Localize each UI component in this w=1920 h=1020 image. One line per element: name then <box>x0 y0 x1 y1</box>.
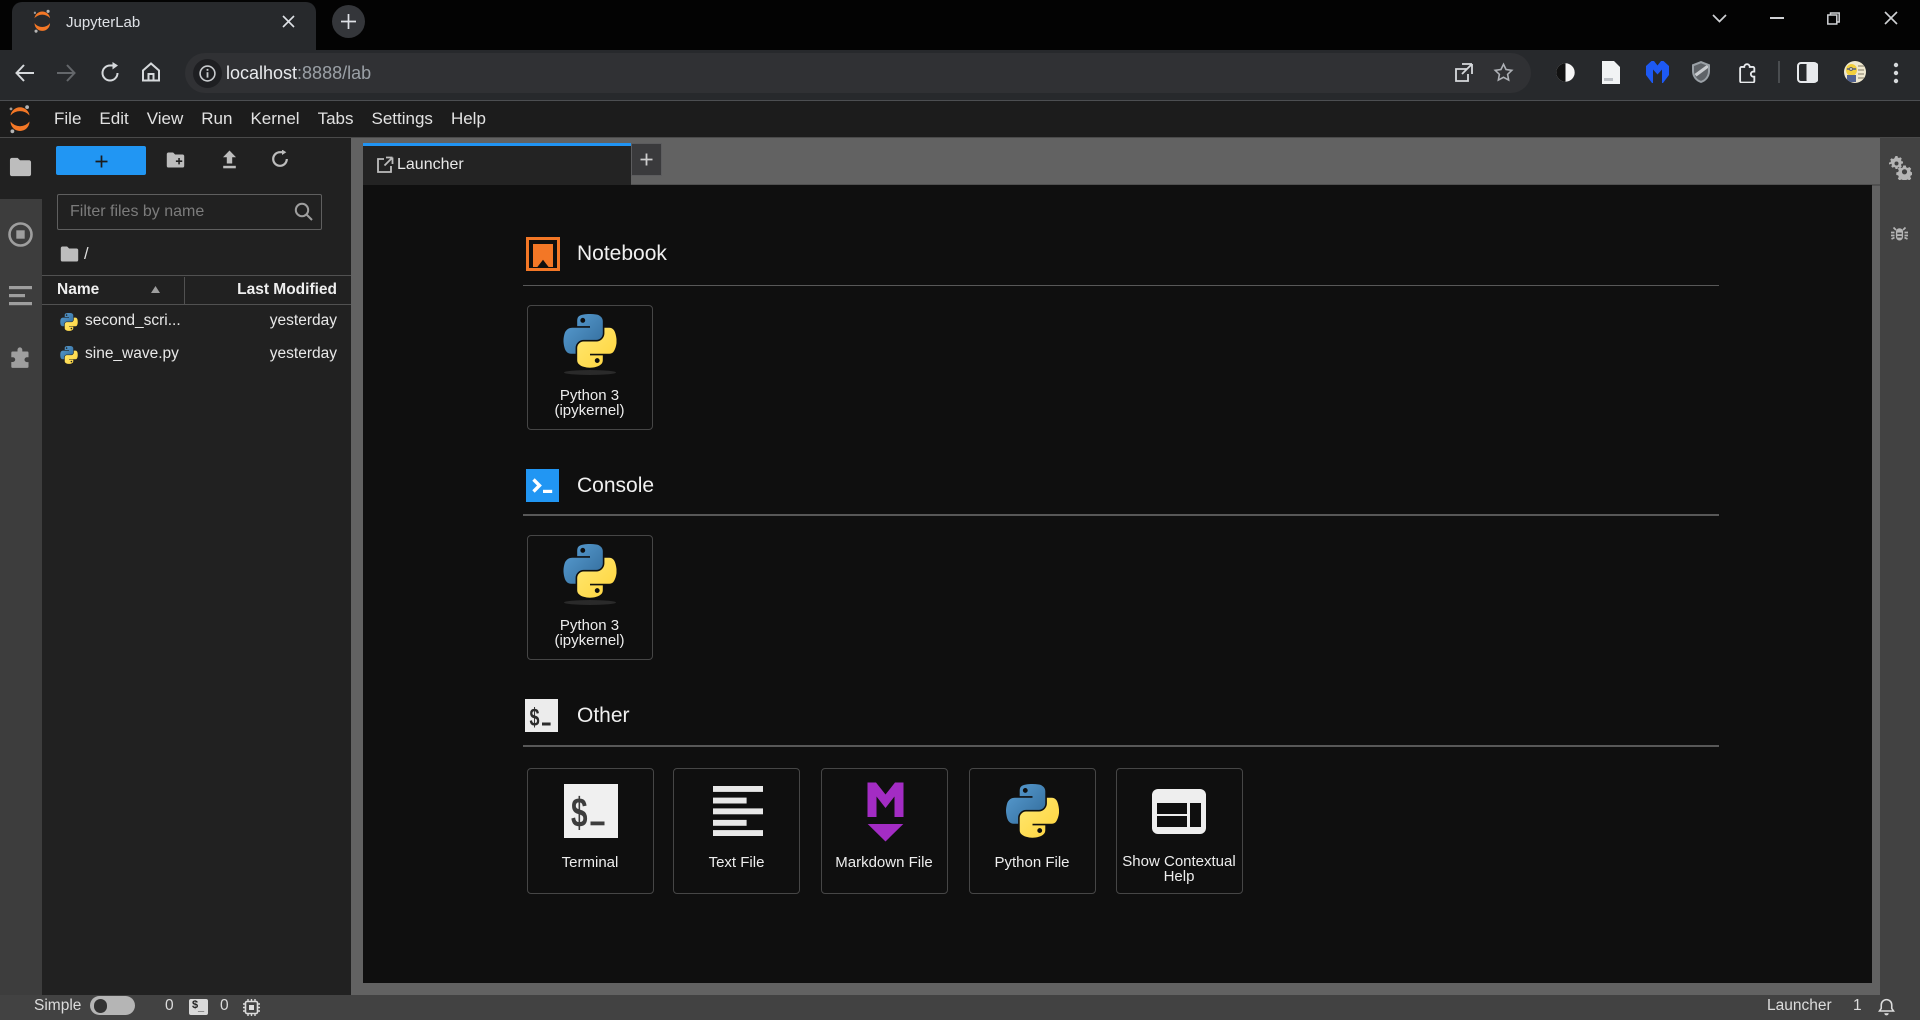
svg-text:$: $ <box>571 789 588 836</box>
svg-text:$: $ <box>530 704 540 732</box>
